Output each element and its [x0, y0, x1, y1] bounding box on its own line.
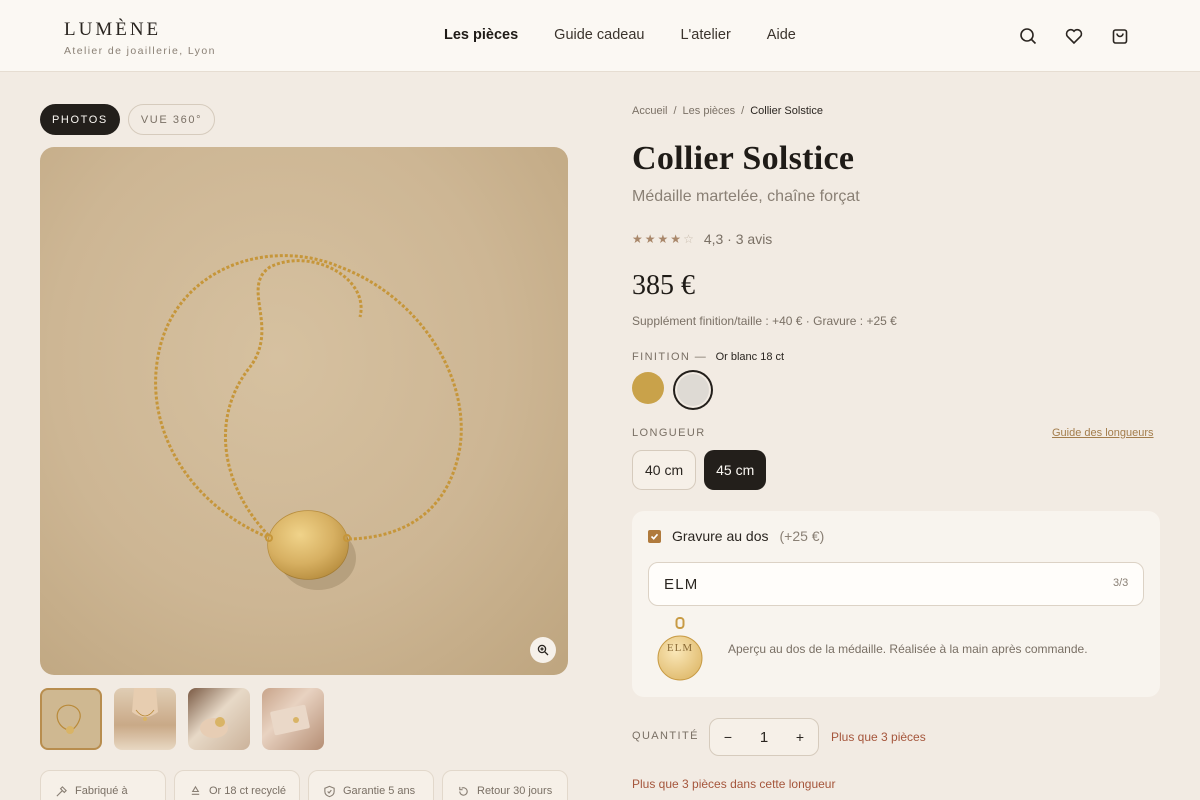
badge-recycled-gold: Or 18 ct recyclé	[174, 770, 300, 800]
badge-returns: Retour 30 jours	[442, 770, 568, 800]
heart-icon[interactable]	[1064, 26, 1084, 46]
view-toggle: PHOTOS VUE 360°	[40, 104, 216, 135]
return-icon	[459, 786, 468, 796]
main-nav: Les pièces Guide cadeau L'atelier Aide	[444, 27, 796, 43]
length-options: 40 cm 45 cm	[632, 450, 767, 490]
engraving-price: (+25 €)	[779, 528, 825, 544]
quantity-stepper: − 1 +	[709, 718, 819, 756]
zoom-in-icon	[537, 644, 549, 656]
breadcrumb: Accueil / Les pièces / Collier Solstice	[632, 105, 823, 117]
badge-handmade: Fabriqué à	[40, 770, 166, 800]
engraving-preview-text: ELM	[666, 642, 694, 654]
recycle-icon	[191, 785, 200, 795]
size-guide-link[interactable]: Guide des longueurs	[1052, 427, 1154, 439]
breadcrumb-separator: /	[673, 105, 677, 117]
engraving-checkbox[interactable]	[648, 529, 661, 543]
engraving-card: Gravure au dos (+25 €) 3/3 ELM Aperçu au…	[632, 511, 1160, 697]
zoom-button[interactable]	[530, 637, 556, 663]
swatch-white-gold[interactable]	[677, 374, 709, 406]
nav-aide[interactable]: Aide	[767, 27, 796, 43]
brand[interactable]: LUMÈNE Atelier de joaillerie, Lyon	[64, 19, 216, 57]
finish-selected: Or blanc 18 ct	[715, 351, 785, 363]
finish-label-row: FINITION — Or blanc 18 ct	[632, 351, 784, 363]
star-empty-icon: ☆	[683, 232, 694, 246]
header-actions	[1018, 26, 1130, 46]
engraving-input[interactable]	[648, 562, 1144, 606]
length-option-45[interactable]: 45 cm	[704, 450, 767, 490]
stock-warning-line: Plus que 3 pièces dans cette longueur	[632, 777, 836, 791]
product-subtitle: Médaille martelée, chaîne forçat	[632, 188, 860, 205]
star-icon: ★	[670, 232, 682, 246]
thumbnail-necklace[interactable]	[40, 688, 102, 750]
engraving-label: Gravure au dos	[672, 528, 769, 544]
engraving-preview: ELM	[654, 616, 706, 688]
quantity-decrease-button[interactable]: −	[722, 729, 734, 745]
reassurance-badges: Fabriqué à Or 18 ct recyclé Garantie 5 a…	[40, 770, 568, 800]
engraving-toggle[interactable]: Gravure au dos (+25 €)	[648, 528, 824, 544]
thumbnail-strip	[40, 688, 324, 750]
badge-label: Or 18 ct recyclé	[209, 785, 287, 797]
main-product-photo[interactable]	[40, 147, 568, 675]
quantity-value[interactable]: 1	[760, 729, 768, 746]
length-option-40[interactable]: 40 cm	[632, 450, 697, 490]
tab-360[interactable]: VUE 360°	[127, 104, 216, 135]
swatch-yellow-gold[interactable]	[632, 372, 664, 404]
nav-les-pieces[interactable]: Les pièces	[444, 27, 518, 43]
product-price: 385 €	[632, 270, 695, 301]
price-note: Supplément finition/taille : +40 € · Gra…	[632, 314, 897, 328]
engraving-note: Aperçu au dos de la médaille. Réalisée à…	[728, 642, 1088, 656]
nav-atelier[interactable]: L'atelier	[680, 27, 730, 43]
thumbnail-giftbox[interactable]	[262, 688, 324, 750]
brand-name[interactable]: LUMÈNE	[64, 19, 216, 41]
stock-warning-inline: Plus que 3 pièces	[831, 730, 926, 744]
badge-warranty: Garantie 5 ans	[308, 770, 434, 800]
star-icon: ★	[657, 232, 669, 246]
hammer-icon	[56, 786, 67, 797]
finish-swatches	[632, 372, 709, 406]
thumbnail-hand[interactable]	[188, 688, 250, 750]
star-icon: ★	[644, 232, 656, 246]
finish-label: FINITION —	[632, 351, 708, 363]
badge-label: Retour 30 jours	[477, 785, 553, 797]
star-icon: ★	[632, 232, 643, 246]
breadcrumb-separator: /	[741, 105, 745, 117]
rating-stars: ★ ★ ★ ★ ☆	[632, 232, 694, 246]
check-icon	[650, 533, 659, 540]
shield-icon	[324, 785, 335, 798]
tab-photos[interactable]: PHOTOS	[40, 104, 120, 135]
engraving-char-count: 3/3	[1113, 577, 1129, 589]
breadcrumb-current: Collier Solstice	[750, 105, 823, 117]
brand-tagline: Atelier de joaillerie, Lyon	[64, 45, 216, 57]
product-rating[interactable]: ★ ★ ★ ★ ☆ 4,3 · 3 avis	[632, 231, 772, 247]
search-icon[interactable]	[1018, 26, 1038, 46]
badge-label: Fabriqué à	[75, 785, 128, 797]
site-header: LUMÈNE Atelier de joaillerie, Lyon Les p…	[0, 0, 1200, 72]
thumbnail-model[interactable]	[114, 688, 176, 750]
quantity-label: QUANTITÉ	[632, 730, 699, 742]
breadcrumb-category[interactable]: Les pièces	[683, 105, 736, 117]
product-title: Collier Solstice	[632, 140, 855, 177]
badge-label: Garantie 5 ans	[343, 785, 416, 797]
rating-text: 4,3 · 3 avis	[703, 231, 773, 247]
breadcrumb-home[interactable]: Accueil	[632, 105, 667, 117]
necklace-illustration	[154, 254, 463, 590]
nav-guide-cadeau[interactable]: Guide cadeau	[554, 27, 644, 43]
bag-icon[interactable]	[1110, 26, 1130, 46]
quantity-increase-button[interactable]: +	[794, 729, 806, 745]
length-label: LONGUEUR	[632, 427, 706, 439]
